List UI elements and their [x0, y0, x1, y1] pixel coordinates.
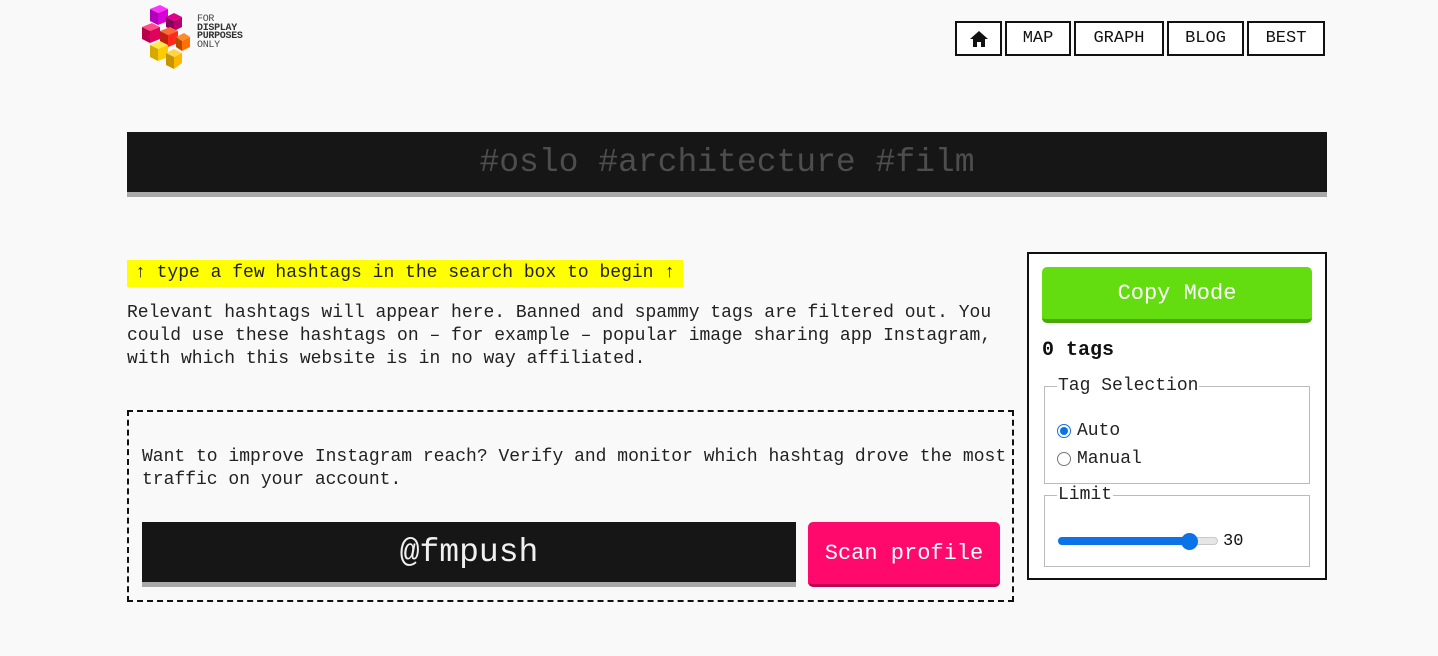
logo-text: FOR DISPLAY PURPOSES ONLY [197, 15, 243, 51]
logo-cubes-icon [142, 5, 190, 69]
nav-map-button[interactable]: MAP [1005, 21, 1071, 56]
limit-value: 30 [1223, 532, 1244, 551]
radio-manual[interactable]: Manual [1057, 449, 1142, 469]
tag-selection-fieldset: Tag Selection Auto Manual [1044, 376, 1310, 484]
top-nav: MAP GRAPH BLOG BEST [955, 21, 1325, 56]
promo-text: Want to improve Instagram reach? Verify … [142, 447, 1007, 490]
tag-selection-legend: Tag Selection [1058, 376, 1199, 396]
radio-manual-indicator[interactable] [1057, 452, 1071, 466]
tag-count: 0 tags [1042, 339, 1115, 362]
limit-fieldset: Limit 30 [1044, 485, 1310, 567]
page: FOR DISPLAY PURPOSES ONLY MAP GRAPH BLOG… [0, 0, 1438, 656]
scan-profile-button[interactable]: Scan profile [808, 522, 1000, 587]
profile-input[interactable] [142, 522, 796, 587]
limit-slider[interactable] [1058, 533, 1218, 550]
limit-slider-fill [1058, 537, 1189, 545]
radio-auto-indicator[interactable] [1057, 424, 1071, 438]
nav-best-button[interactable]: BEST [1247, 21, 1325, 56]
radio-auto-label: Auto [1077, 421, 1121, 441]
nav-blog-button[interactable]: BLOG [1167, 21, 1244, 56]
search-hint: ↑ type a few hashtags in the search box … [127, 260, 684, 287]
nav-home-button[interactable] [955, 21, 1002, 56]
logo-line-4: ONLY [197, 39, 220, 51]
limit-slider-thumb[interactable] [1181, 533, 1198, 550]
results-description: Relevant hashtags will appear here. Bann… [127, 303, 992, 369]
copy-mode-button[interactable]: Copy Mode [1042, 267, 1312, 323]
instagram-promo-box: Want to improve Instagram reach? Verify … [127, 410, 1014, 602]
options-panel: Copy Mode 0 tags Tag Selection Auto Manu… [1027, 252, 1327, 580]
limit-legend: Limit [1058, 485, 1113, 505]
nav-graph-button[interactable]: GRAPH [1074, 21, 1164, 56]
home-icon [969, 30, 988, 47]
hashtag-search-input[interactable] [127, 132, 1327, 197]
radio-auto[interactable]: Auto [1057, 421, 1120, 441]
radio-manual-label: Manual [1077, 449, 1142, 469]
logo[interactable]: FOR DISPLAY PURPOSES ONLY [140, 5, 270, 71]
